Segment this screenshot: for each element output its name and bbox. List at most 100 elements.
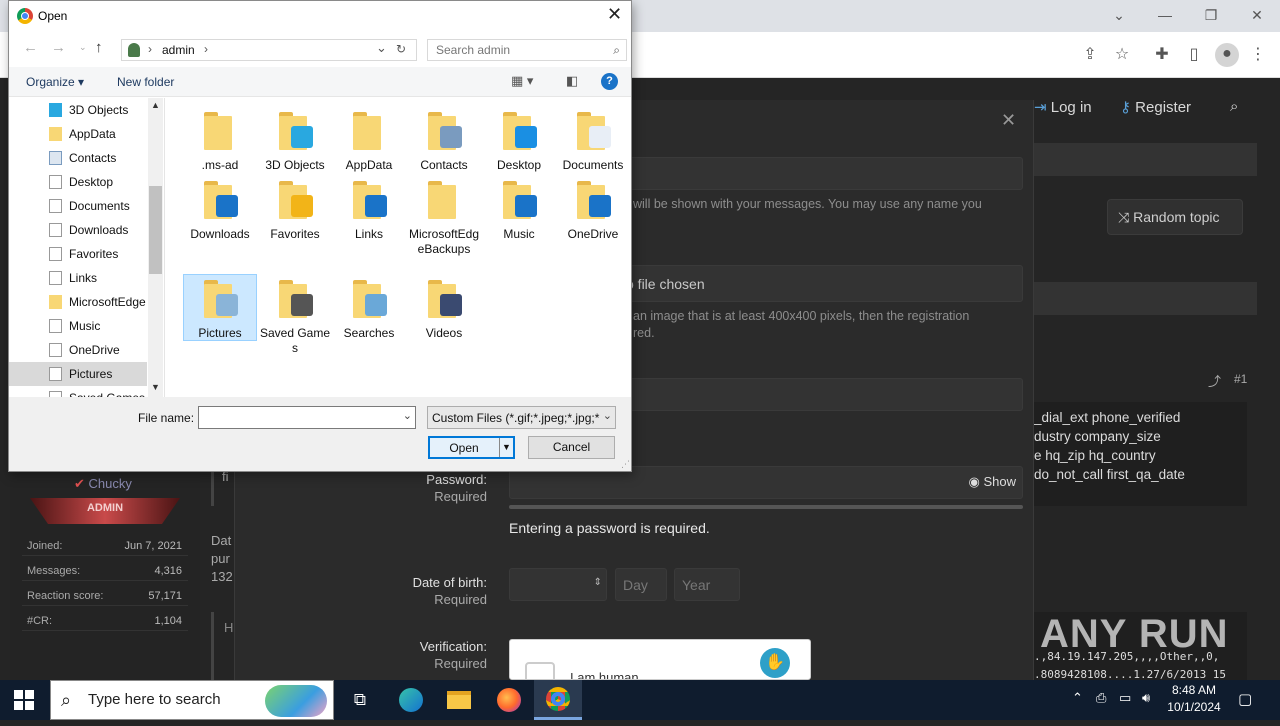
file-item[interactable]: OneDrive <box>556 179 630 242</box>
file-item[interactable]: AppData <box>332 110 406 173</box>
nav-item-downloads[interactable]: Downloads <box>9 218 147 242</box>
view-options-icon[interactable]: ▦ ▾ <box>511 73 533 89</box>
dob-year-input[interactable]: Year <box>674 568 740 601</box>
file-item[interactable]: Pictures <box>183 274 257 341</box>
nav-scrollbar[interactable]: ▲ ▼ <box>148 98 163 397</box>
meet-now-icon[interactable]: ⎙ <box>1096 690 1106 706</box>
organize-menu[interactable]: Organize ▾ <box>26 75 84 89</box>
modal-close-button[interactable]: ✕ <box>1001 110 1016 131</box>
chrome-menu-icon[interactable]: ⋮ <box>1247 44 1269 66</box>
open-button[interactable]: Open ▼ <box>428 436 515 459</box>
nav-item-appdata[interactable]: AppData <box>9 122 147 146</box>
nav-item-documents[interactable]: Documents <box>9 194 147 218</box>
nav-item-favorites[interactable]: Favorites <box>9 242 147 266</box>
nav-item-pictures[interactable]: Pictures <box>9 362 147 386</box>
downloads-overlay-icon <box>216 195 238 217</box>
forum-search-icon[interactable]: ⌕ <box>1230 98 1238 115</box>
cancel-button[interactable]: Cancel <box>528 436 615 459</box>
right-bar <box>1034 143 1257 176</box>
file-item[interactable]: Links <box>332 179 406 242</box>
profile-avatar-icon[interactable]: ● <box>1215 43 1239 67</box>
taskbar-clock[interactable]: 8:48 AM 10/1/2024 <box>1166 682 1222 716</box>
file-name-dropdown-icon[interactable]: ⌄ <box>403 409 412 422</box>
search-overlay-icon <box>365 294 387 316</box>
up-icon[interactable]: ↑ <box>95 39 103 56</box>
file-type-select[interactable]: Custom Files (*.gif;*.jpeg;*.jpg;* ⌄ <box>427 406 616 429</box>
breadcrumb-chevron-icon[interactable]: › <box>204 42 208 56</box>
bookmark-star-icon[interactable]: ☆ <box>1111 44 1133 66</box>
minimize-button[interactable]: — <box>1152 4 1178 26</box>
file-item[interactable]: Favorites <box>258 179 332 242</box>
show-password-toggle[interactable]: ◉ Show <box>969 474 1017 490</box>
notification-icon[interactable]: ▢ <box>1238 690 1252 708</box>
file-item[interactable]: Contacts <box>407 110 481 173</box>
taskbar-search-box[interactable]: ⌕ Type here to search <box>50 680 334 720</box>
extensions-icon[interactable]: ✚ <box>1151 44 1173 66</box>
file-explorer-icon[interactable] <box>435 680 483 720</box>
captcha-checkbox[interactable] <box>525 662 555 679</box>
file-item[interactable]: Searches <box>332 278 406 341</box>
nav-item-music[interactable]: Music <box>9 314 147 338</box>
nav-item-contacts[interactable]: Contacts <box>9 146 147 170</box>
folder-icon <box>497 179 541 223</box>
tab-search-chevron-icon[interactable]: ⌄ <box>1106 4 1132 26</box>
side-panel-icon[interactable]: ▯ <box>1183 44 1205 66</box>
username[interactable]: ✔ Chucky <box>74 476 132 492</box>
nav-item-onedrive[interactable]: OneDrive <box>9 338 147 362</box>
close-window-button[interactable]: ✕ <box>1244 4 1270 26</box>
nav-item-links[interactable]: Links <box>9 266 147 290</box>
scroll-up-icon[interactable]: ▲ <box>151 100 160 110</box>
dob-day-input[interactable]: Day <box>615 568 667 601</box>
file-item[interactable]: Downloads <box>183 179 257 242</box>
new-folder-button[interactable]: New folder <box>117 75 174 89</box>
file-name-input[interactable]: ⌄ <box>198 406 416 429</box>
file-item[interactable]: Saved Games <box>258 278 332 356</box>
open-split-dropdown-icon[interactable]: ▼ <box>499 438 513 457</box>
recent-locations-icon[interactable]: ⌄ <box>79 42 87 53</box>
address-dropdown-icon[interactable]: ⌄ <box>376 40 387 56</box>
search-input[interactable]: Search admin ⌕ <box>427 39 627 61</box>
login-link[interactable]: ⇥ Log in <box>1034 98 1092 116</box>
file-item[interactable]: MicrosoftEdgeBackups <box>407 179 481 257</box>
scroll-down-icon[interactable]: ▼ <box>151 382 160 392</box>
network-icon[interactable]: ▭ <box>1119 690 1131 706</box>
back-icon[interactable]: ← <box>23 39 38 56</box>
scroll-thumb[interactable] <box>149 186 162 274</box>
dob-month-select[interactable]: ⇕ <box>509 568 607 601</box>
restore-button[interactable]: ❐ <box>1198 4 1224 26</box>
nav-item-desktop[interactable]: Desktop <box>9 170 147 194</box>
post-number[interactable]: #1 <box>1234 372 1247 386</box>
dialog-close-button[interactable]: ✕ <box>607 4 622 25</box>
nav-item-3d-objects[interactable]: 3D Objects <box>9 98 147 122</box>
file-item[interactable]: Desktop <box>482 110 556 173</box>
chrome-app-icon[interactable] <box>534 680 582 720</box>
task-view-icon[interactable]: ⧉ <box>336 680 384 720</box>
file-item[interactable]: Music <box>482 179 556 242</box>
file-item[interactable]: Videos <box>407 278 481 341</box>
file-item-label: .ms-ad <box>201 158 239 172</box>
file-item[interactable]: .ms-ad <box>183 110 257 173</box>
volume-icon[interactable]: 🔊︎ <box>1142 690 1150 706</box>
hcaptcha-logo-icon: ✋ <box>760 648 790 678</box>
address-bar[interactable]: › admin › ⌄ ↻ <box>121 39 417 61</box>
resize-grip-icon[interactable]: ⋰ <box>621 459 630 470</box>
register-link[interactable]: ⚷ Register <box>1120 98 1191 116</box>
share-icon[interactable]: ⇪ <box>1079 44 1101 66</box>
file-name-label: File name: <box>138 411 195 425</box>
edge-app-icon[interactable] <box>387 680 435 720</box>
nav-item-microsoftedge[interactable]: MicrosoftEdge <box>9 290 147 314</box>
breadcrumb-admin[interactable]: admin <box>162 43 195 57</box>
tray-overflow-icon[interactable]: ⌃ <box>1072 690 1083 706</box>
share-post-icon[interactable]: ⤴ <box>1208 371 1221 390</box>
windows-start-icon[interactable] <box>14 690 34 710</box>
nav-item-saved-games[interactable]: Saved Games <box>9 386 147 397</box>
forward-icon[interactable]: → <box>51 39 66 56</box>
file-item[interactable]: 3D Objects <box>258 110 332 173</box>
random-topic-button[interactable]: ⤨ Random topic <box>1107 199 1243 235</box>
firefox-app-icon[interactable] <box>485 680 533 720</box>
help-icon[interactable]: ? <box>601 73 618 90</box>
3d-objects-icon <box>49 103 62 117</box>
file-item[interactable]: Documents <box>556 110 630 173</box>
refresh-icon[interactable]: ↻ <box>396 42 406 56</box>
preview-pane-icon[interactable]: ◧ <box>566 73 578 89</box>
